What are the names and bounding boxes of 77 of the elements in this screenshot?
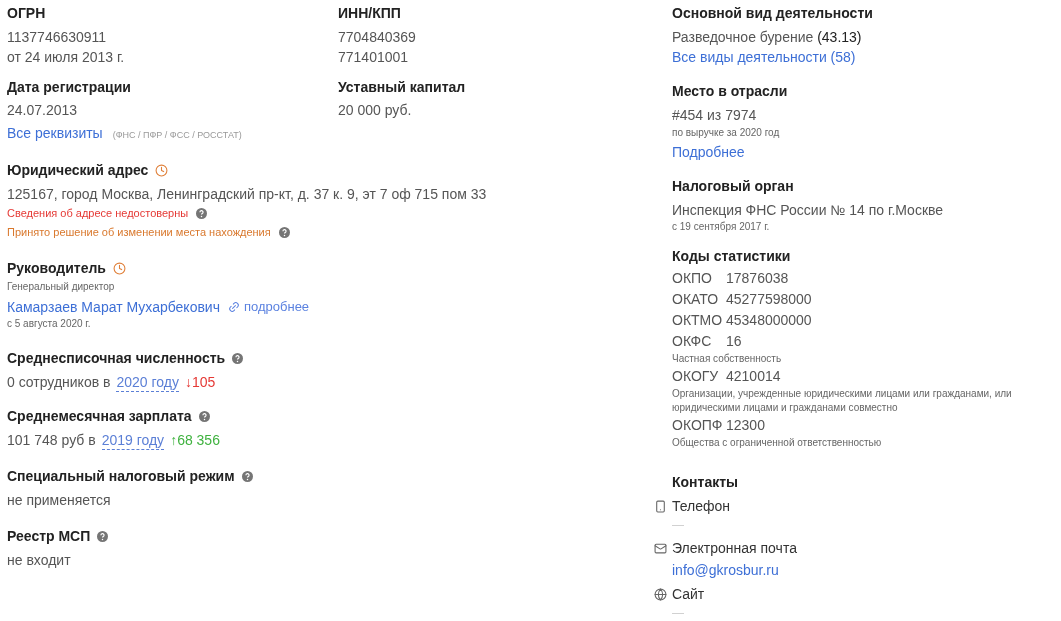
help-icon[interactable] [97, 530, 109, 542]
field-value: 101 748 руб в [7, 431, 96, 450]
field-value: 7704840369 [338, 28, 416, 47]
section-heading: Основной вид деятельности [672, 4, 874, 23]
field-value: 0 сотрудников в [7, 373, 111, 392]
code-label: ОКАТО [672, 290, 720, 309]
trend-value: ↓105 [184, 373, 216, 392]
section-heading: Уставный капитал [338, 78, 467, 97]
field-note: с 5 августа 2020 г. [7, 317, 92, 331]
contact-value: — [672, 605, 685, 621]
code-value: 16 [726, 332, 742, 351]
section-heading: Юридический адрес [7, 161, 149, 180]
activities-link[interactable]: Все виды деятельности (58) [672, 47, 1057, 67]
field-value: не применяется [7, 491, 111, 510]
code-value: 45277598000 [726, 290, 812, 309]
code-value: 17876038 [726, 269, 789, 288]
code-label: ОКФС [672, 332, 713, 351]
year-link[interactable]: 2019 году [101, 430, 165, 450]
section-heading: Специальный налоговый режим [7, 467, 235, 486]
contact-value: — [672, 517, 685, 534]
field-value: 125167, город Москва, Ленинградский пр-кт, д. 37 к. 9, эт 7 оф 715 пом 33 [7, 185, 487, 204]
code-value: 12300 [726, 416, 765, 435]
address-warning: Принято решение об изменении места нахождения [7, 225, 271, 240]
code-label: ОКОПФ [672, 416, 724, 435]
field-note: Организации, учрежденные юридическими лицами или гражданами, или юридическими лицами и гражданами совместно [672, 387, 1013, 415]
section-heading: Коды статистики [672, 247, 792, 266]
code-label: ОКПО [672, 269, 713, 288]
section-heading: Дата регистрации [7, 78, 132, 97]
mail-icon [654, 541, 667, 555]
phone-icon [654, 499, 667, 513]
section-heading: Налоговый орган [672, 177, 795, 196]
field-value: Разведочное бурение (43.13) [672, 28, 863, 47]
field-value: от 24 июля 2013 г. [7, 48, 125, 67]
details-link[interactable]: подробнее [228, 297, 310, 317]
director-name-link[interactable]: Камарзаев Марат Мухарбекович [7, 297, 220, 317]
help-icon[interactable] [198, 410, 210, 422]
field-value: 24.07.2013 [7, 101, 78, 120]
field-note: Частная собственность [672, 352, 783, 366]
code-label: ОКТМО [672, 311, 724, 330]
requisites-link[interactable]: Все реквизиты [7, 123, 103, 143]
help-icon[interactable] [196, 208, 208, 219]
section-heading: ИНН/КПП [338, 4, 402, 23]
address-warning: Сведения об адресе недостоверны [7, 206, 189, 221]
field-value: #454 из 7974 [672, 106, 757, 125]
contact-label: Электронная почта [672, 539, 797, 558]
section-heading: ОГРН [7, 4, 47, 23]
globe-icon [654, 587, 667, 601]
field-note: по выручке за 2020 год [672, 126, 781, 140]
field-value: 1137746630911 [7, 28, 107, 47]
help-icon[interactable] [278, 227, 290, 238]
field-note: Общества с ограниченной ответственностью [672, 436, 883, 450]
help-icon[interactable] [241, 470, 253, 482]
help-icon[interactable] [232, 352, 244, 364]
section-heading: Реестр МСП [7, 527, 91, 546]
code-value: 45348000000 [726, 311, 812, 330]
field-value: 771401001 [338, 48, 409, 67]
sources-note: (ФНС / ПФР / ФСС / РОССТАТ) [112, 129, 242, 142]
code-label: ОКОГУ [672, 367, 720, 386]
more-link[interactable]: Подробнее [672, 142, 1057, 162]
section-heading: Место в отрасли [672, 82, 789, 101]
clock-icon[interactable] [112, 261, 126, 275]
code-value: 4210014 [726, 367, 781, 386]
section-heading: Среднесписочная численность [7, 349, 226, 368]
field-value: 20 000 руб. [338, 101, 412, 120]
contact-label: Телефон [672, 497, 731, 516]
clock-icon[interactable] [155, 163, 169, 177]
section-heading: Руководитель [7, 259, 106, 278]
field-note: с 19 сентября 2017 г. [672, 220, 771, 234]
year-link[interactable]: 2020 году [116, 372, 179, 392]
trend-value: ↑68 356 [170, 431, 220, 450]
field-value: не входит [7, 551, 71, 570]
email-link[interactable]: info@gkrosbur.ru [672, 560, 1057, 580]
section-heading: Среднемесячная зарплата [7, 407, 192, 426]
section-heading: Контакты [672, 473, 739, 492]
field-note: Генеральный директор [7, 280, 116, 294]
field-value: Инспекция ФНС России № 14 по г.Москве [672, 201, 944, 220]
contact-label: Сайт [672, 585, 705, 604]
